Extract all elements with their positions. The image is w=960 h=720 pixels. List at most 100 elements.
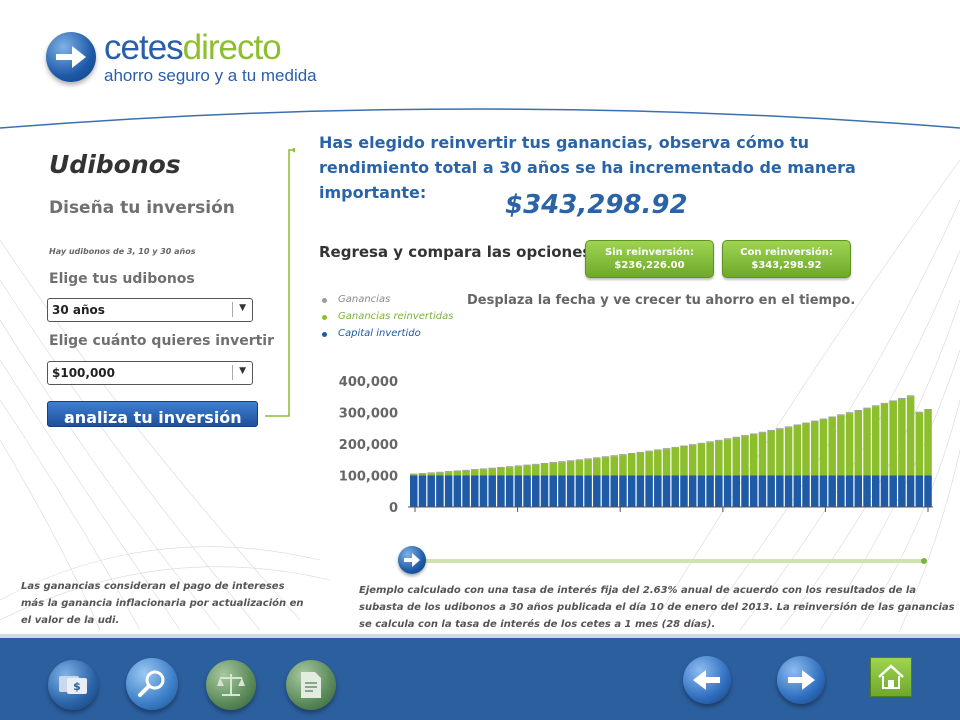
scale-button[interactable] [206,660,256,710]
analyze-button[interactable]: analiza tu inversión › [47,401,258,427]
chart-bar-segment [488,468,496,476]
chart-bar-segment [471,470,479,476]
chart-bar-segment [444,475,453,507]
home-button[interactable] [870,657,912,697]
chart-bar-segment [863,407,871,409]
document-button[interactable] [286,660,336,710]
chart-bar-segment [828,416,836,418]
chart-bar-segment [523,465,531,476]
chart-bar-segment [776,429,784,476]
y-tick-label: 100,000 [339,470,398,485]
chart-bar-segment [619,475,627,507]
chart-bar-segment [505,475,514,507]
chart-bar-segment [741,435,749,437]
chart-bar-segment [837,414,845,416]
chart-bar-segment [854,475,863,507]
chart-bar-segment [488,467,496,469]
chart-bar-segment [471,475,479,507]
chart-bar-segment [732,475,741,507]
chart-bar-segment [418,473,427,476]
chart-bar-segment [880,403,889,476]
svg-text:$: $ [73,680,81,693]
connector-line [265,148,295,417]
chart-bar-segment [505,467,514,476]
chart-bar-segment [906,395,915,397]
y-tick-label: 200,000 [339,438,398,453]
back-button[interactable] [683,656,731,704]
chart-bar-segment [645,451,653,476]
no-reinvest-value: $236,226.00 [614,260,685,271]
amount-select[interactable]: $100,000 ▼ [47,361,253,385]
chart-bar-segment [810,475,819,507]
chart-bar-segment [558,462,566,476]
chart-bar-segment [671,475,680,507]
chart-bar-segment [880,475,889,507]
chart-bar-segment [462,469,470,471]
chart-bar-segment [601,456,610,458]
chart-bar-segment [584,475,592,507]
chart-bar-segment [924,409,932,476]
chart-bar-segment [601,475,610,507]
chart-bar-segment [837,415,845,476]
compare-label: Regresa y compara las opciones [319,243,592,261]
chart-bar-segment [715,440,723,476]
chart-bar-segment [497,467,505,468]
document-icon [301,672,321,698]
chart-bar-segment [593,458,601,476]
logo-directo-text: directo [182,28,282,67]
chart-bar-segment [645,475,653,507]
amount-select-value: $100,000 [52,366,116,380]
reinvest-button[interactable]: Con reinversión: $343,298.92 [722,240,851,278]
chart-bar-segment [889,475,897,507]
chart-bar-segment [549,463,557,476]
chart-bar-segment [802,475,810,507]
forward-button[interactable] [777,656,825,704]
chart-bar-segment [906,475,915,507]
chart-bar-segment [619,455,627,476]
money-button[interactable]: $ [48,660,98,710]
chart-bar-segment [453,470,462,472]
back-arrow-icon [693,670,720,690]
chart-bar-segment [758,432,767,476]
chart-bar-segment [444,472,453,476]
logo-arrow-icon [46,32,96,82]
chart-bar-segment [610,456,618,476]
chart-bar-segment [776,428,784,430]
chart-bar-segment [427,475,435,507]
chart-bar-segment [871,405,880,407]
slider-track[interactable] [418,559,924,563]
chart-bar-segment [767,430,775,431]
chart-bar-segment [636,452,645,476]
term-select[interactable]: 30 años ▼ [47,298,253,322]
date-slider[interactable] [398,546,938,576]
chart-bar-segment [558,475,566,507]
chart-bar-segment [723,475,732,507]
chart-bar-segment [575,475,584,507]
chart-bar-segment [575,459,584,461]
legend-label: Ganancias [338,294,391,305]
chart-bar-segment [889,401,897,476]
chart-bar-segment [619,454,627,456]
chart-bar-segment [410,473,418,475]
forward-arrow-icon [404,553,420,567]
chart-bar-segment [767,475,775,507]
chart-bar-segment [845,412,854,414]
chart-bar-segment [697,442,706,444]
chart-bar-segment [828,475,836,507]
chart-bar-segment [863,475,871,507]
chart-bar-segment [549,462,557,464]
chart-bar-segment [793,425,802,476]
chart-bar-segment [671,447,680,476]
chart-bar-segment [584,459,592,476]
chart-bar-segment [654,450,662,476]
chart-bar-segment [427,472,435,474]
home-icon [878,664,904,689]
chart-bar-segment [915,412,924,476]
chart-bar-segment [514,466,523,476]
chart-bar-segment [627,475,636,507]
slider-thumb[interactable] [398,546,426,574]
search-button[interactable] [126,658,178,710]
chart-bar-segment [898,397,906,399]
chart-bar-segment [523,475,531,507]
no-reinvest-button[interactable]: Sin reinversión: $236,226.00 [585,240,714,278]
